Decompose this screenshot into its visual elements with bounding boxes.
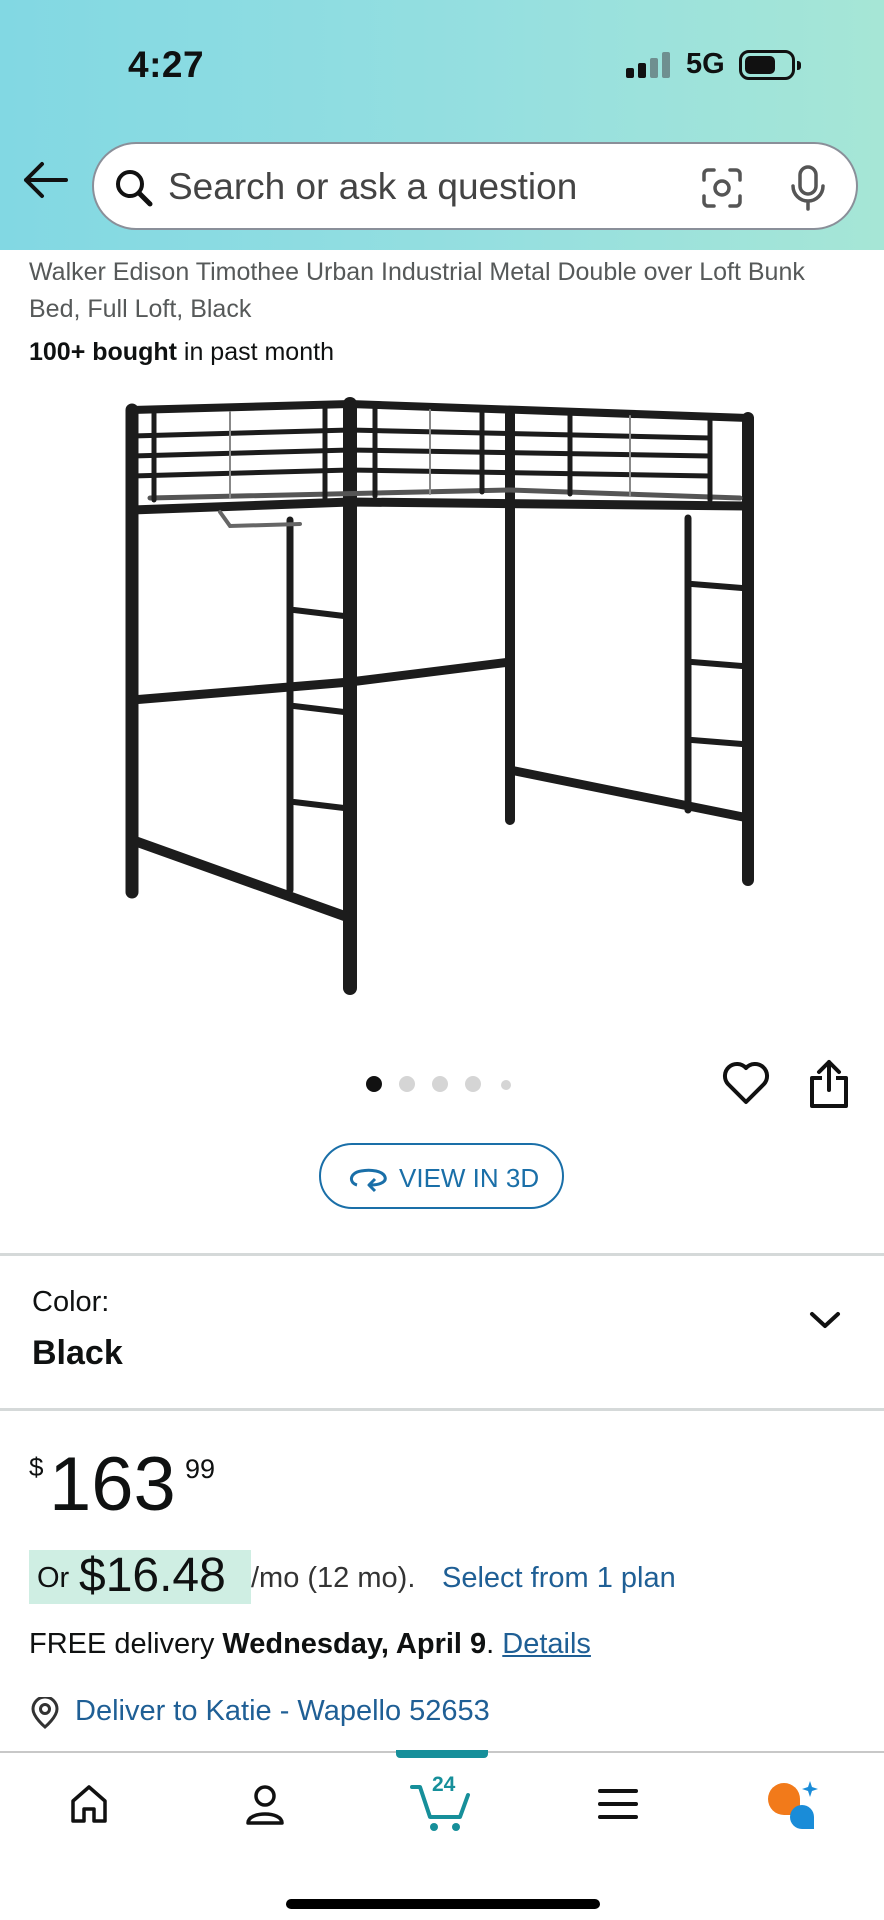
view-in-3d-label: VIEW IN 3D (399, 1163, 540, 1193)
select-plan-link[interactable]: Select from 1 plan (442, 1562, 676, 1595)
monthly-term: /mo (12 mo). (251, 1562, 416, 1594)
deliver-to-location[interactable]: Deliver to Katie - Wapello 52653 (75, 1695, 490, 1728)
delivery-period: . (486, 1628, 495, 1660)
price-whole: 163 (49, 1442, 176, 1527)
cart-count: 24 (432, 1773, 456, 1796)
heart-icon[interactable] (722, 1060, 770, 1106)
menu-icon[interactable] (598, 1787, 638, 1821)
rufus-ai-icon[interactable] (764, 1777, 822, 1829)
monthly-amount: $16.48 (79, 1549, 226, 1602)
carousel-dot[interactable] (432, 1076, 448, 1092)
microphone-icon[interactable] (788, 164, 828, 212)
delivery-details-link[interactable]: Details (502, 1628, 591, 1660)
carousel-dot[interactable] (399, 1076, 415, 1092)
home-icon[interactable] (68, 1783, 110, 1825)
battery-icon (739, 50, 801, 80)
chevron-down-icon[interactable] (808, 1308, 842, 1332)
search-bar[interactable] (92, 142, 858, 230)
share-icon[interactable] (806, 1058, 852, 1110)
color-label: Color: (32, 1286, 110, 1318)
search-icon (116, 170, 153, 207)
carousel-dot[interactable] (501, 1080, 511, 1090)
back-arrow-icon[interactable] (22, 160, 68, 200)
carousel-dot-active[interactable] (366, 1076, 382, 1092)
price-fraction: 99 (185, 1454, 216, 1484)
view-in-3d-button[interactable]: VIEW IN 3D (319, 1143, 564, 1209)
bought-count-bold: 100+ bought (29, 338, 177, 366)
delivery-prefix: FREE delivery (29, 1628, 215, 1660)
rotate-3d-icon (350, 1168, 387, 1193)
bought-count: 100+ bought in past month (29, 338, 334, 367)
search-input[interactable] (168, 162, 638, 212)
product-title[interactable]: Walker Edison Timothee Urban Industrial … (29, 254, 849, 328)
divider (0, 1408, 884, 1411)
loft-bed-image[interactable] (110, 390, 770, 1010)
color-value: Black (32, 1334, 123, 1372)
status-time: 4:27 (128, 44, 205, 85)
home-indicator (286, 1899, 600, 1909)
bought-count-rest: in past month (176, 338, 334, 366)
active-tab-indicator (396, 1750, 488, 1758)
camera-scan-icon[interactable] (700, 166, 744, 210)
delivery-info: FREE delivery Wednesday, April 9. Detail… (29, 1628, 591, 1661)
signal-icon (626, 52, 672, 78)
location-pin-icon[interactable] (29, 1697, 61, 1731)
monthly-or: Or (37, 1562, 70, 1594)
header: 4:27 5G (0, 0, 884, 250)
delivery-date: Wednesday, April 9 (222, 1628, 487, 1660)
divider (0, 1253, 884, 1256)
price-currency: $ (29, 1452, 44, 1482)
network-type: 5G (686, 48, 725, 80)
bottom-nav: 24 (0, 1750, 884, 1920)
account-icon[interactable] (244, 1783, 286, 1827)
carousel-dot[interactable] (465, 1076, 481, 1092)
monthly-payment: Or $16.48 /mo (12 mo). Select from 1 pla… (29, 1548, 869, 1604)
image-carousel-dots[interactable] (366, 1076, 516, 1092)
